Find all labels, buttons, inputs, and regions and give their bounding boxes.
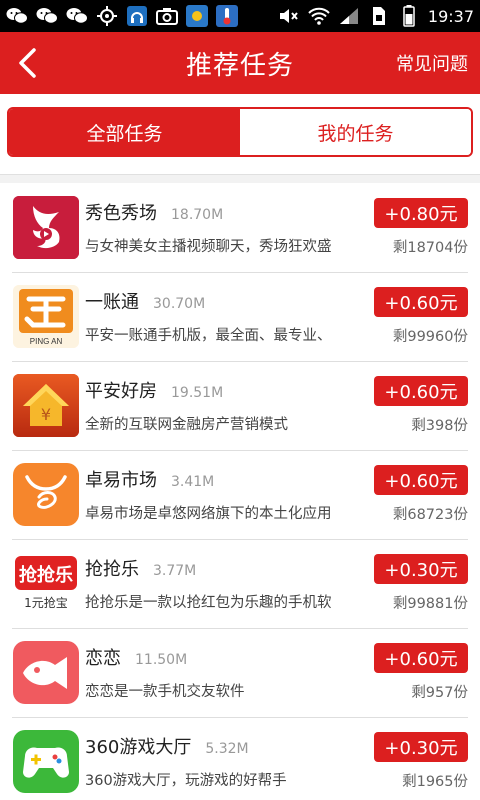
reward-button[interactable]: +0.60元 [374,643,468,673]
app-name: 恋恋 [85,648,121,669]
app-name: 一账通 [85,292,139,313]
svg-text:¥: ¥ [41,405,51,424]
clock: 19:37 [427,6,474,26]
yizhangtong-icon: PING AN [13,285,79,348]
qiangqiangle-icon: 抢抢乐 1元抢宝 [13,552,79,615]
list-item[interactable]: 恋恋 11.50M 恋恋是一款手机交友软件 +0.60元 剩957份 [0,628,480,717]
remaining-count: 剩99960份 [392,329,468,345]
app-description: 全新的互联网金融房产营销模式 [85,417,288,433]
reward-button[interactable]: +0.80元 [374,198,468,228]
app-size: 30.70M [153,296,206,312]
wechat-icon [6,5,28,27]
thermometer-icon [216,5,238,27]
tab-all-tasks[interactable]: 全部任务 [9,109,240,155]
app-description: 360游戏大厅，玩游戏的好帮手 [85,773,287,789]
back-arrow-icon [19,48,36,78]
sim-icon [368,5,390,27]
remaining-count: 剩18704份 [392,240,468,256]
app-size: 3.77M [153,563,197,579]
status-bar: 19:37 [0,0,480,32]
app-name: 抢抢乐 [85,559,139,580]
wechat-icon [66,5,88,27]
app-size: 11.50M [135,652,188,668]
faq-link[interactable]: 常见问题 [396,50,468,76]
list-item[interactable]: 卓易市场 3.41M 卓易市场是卓悠网络旗下的本土化应用 +0.60元 剩687… [0,450,480,539]
reward-button[interactable]: +0.30元 [374,554,468,584]
app-size: 5.32M [205,741,249,757]
mute-icon [278,5,300,27]
wifi-icon [308,5,330,27]
icon-title: 抢抢乐 [19,564,73,586]
app-name: 秀色秀场 [85,203,157,224]
lianlian-icon [13,641,79,704]
reward-button[interactable]: +0.60元 [374,376,468,406]
tab-bar: 全部任务 我的任务 [0,94,480,175]
app-description: 与女神美女主播视频聊天，秀场狂欢盛 [85,239,332,255]
app-description: 卓易市场是卓悠网络旗下的本土化应用 [85,506,332,522]
remaining-count: 剩68723份 [392,507,468,523]
page-title: 推荐任务 [185,50,294,81]
list-item[interactable]: 秀色秀场 18.70M 与女神美女主播视频聊天，秀场狂欢盛 +0.80元 剩18… [0,183,480,272]
zhuoyi-icon [13,463,79,526]
camera-icon [156,5,178,27]
app-name: 360游戏大厅 [85,737,192,758]
app-size: 3.41M [171,474,215,490]
system-icons: 19:37 [278,5,474,27]
app-name: 卓易市场 [85,470,157,491]
headset-icon [126,5,148,27]
remaining-count: 剩99881份 [392,596,468,612]
back-button[interactable] [12,46,42,80]
reward-button[interactable]: +0.60元 [374,287,468,317]
xiuse-icon [13,196,79,259]
task-list: 秀色秀场 18.70M 与女神美女主播视频聊天，秀场狂欢盛 +0.80元 剩18… [0,183,480,800]
remaining-count: 剩1965份 [402,774,468,790]
app-description: 平安一账通手机版，最全面、最专业、 [85,328,332,344]
notification-icons [6,5,238,27]
weather-icon [186,5,208,27]
list-item[interactable]: PING AN 一账通 30.70M 平安一账通手机版，最全面、最专业、 +0.… [0,272,480,361]
remaining-count: 剩957份 [411,685,468,701]
app-description: 抢抢乐是一款以抢红包为乐趣的手机软 [85,595,332,611]
battery-icon [398,5,420,27]
list-item[interactable]: 360游戏大厅 5.32M 360游戏大厅，玩游戏的好帮手 +0.30元 剩19… [0,717,480,800]
app-size: 19.51M [171,385,224,401]
app-size: 18.70M [171,207,224,223]
app-name: 平安好房 [85,381,157,402]
reward-button[interactable]: +0.60元 [374,465,468,495]
app-description: 恋恋是一款手机交友软件 [85,684,245,700]
list-item[interactable]: 抢抢乐 1元抢宝 抢抢乐 3.77M 抢抢乐是一款以抢红包为乐趣的手机软 +0.3… [0,539,480,628]
reward-button[interactable]: +0.30元 [374,732,468,762]
icon-subtitle: 1元抢宝 [24,595,68,610]
haofang-icon: ¥ [13,374,79,437]
icon-caption: PING AN [30,337,63,346]
gps-icon [96,5,118,27]
title-bar: 推荐任务 常见问题 [0,32,480,94]
wechat-icon [36,5,58,27]
list-item[interactable]: ¥ 平安好房 19.51M 全新的互联网金融房产营销模式 +0.60元 剩398… [0,361,480,450]
remaining-count: 剩398份 [411,418,468,434]
game360-icon [13,730,79,793]
tab-my-tasks[interactable]: 我的任务 [240,109,471,155]
signal-icon [338,5,360,27]
